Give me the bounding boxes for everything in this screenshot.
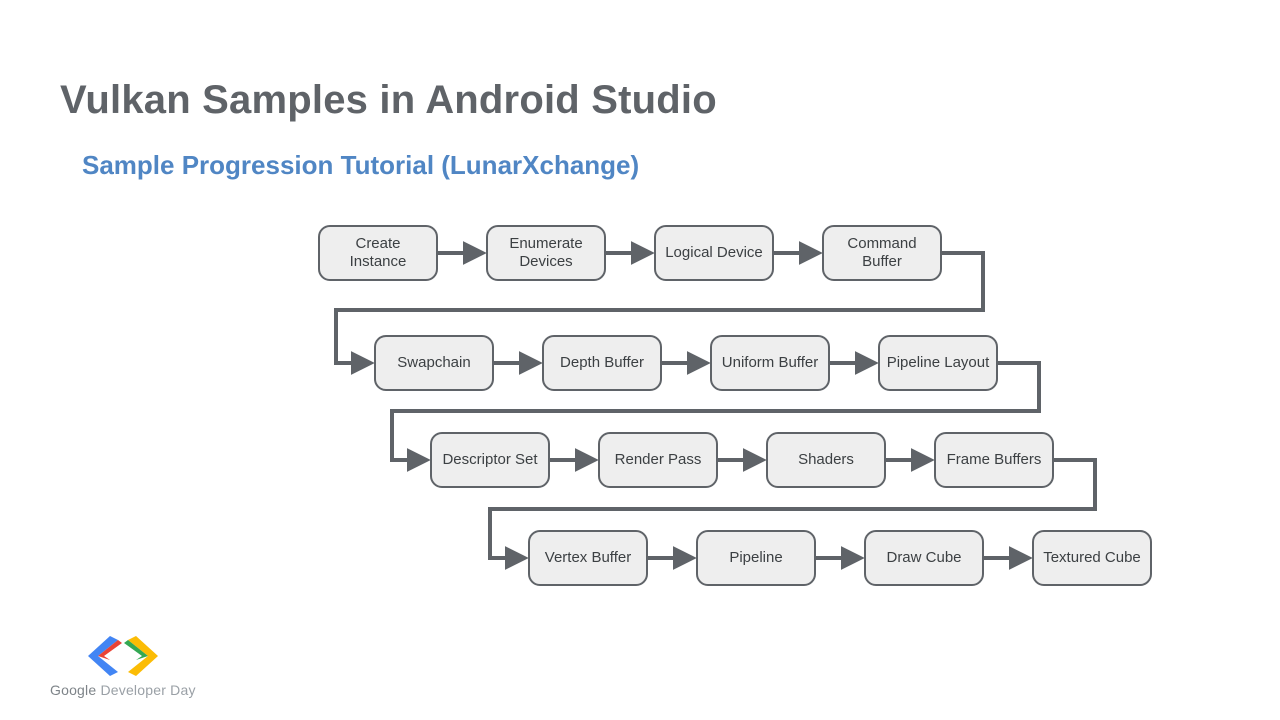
node-command-buffer: Command Buffer [822, 225, 942, 281]
node-swapchain: Swapchain [374, 335, 494, 391]
page-title: Vulkan Samples in Android Studio [60, 78, 717, 123]
node-vertex-buffer: Vertex Buffer [528, 530, 648, 586]
slide: Vulkan Samples in Android Studio Sample … [0, 0, 1280, 720]
node-draw-cube: Draw Cube [864, 530, 984, 586]
node-uniform-buffer: Uniform Buffer [710, 335, 830, 391]
node-logical-device: Logical Device [654, 225, 774, 281]
node-create-instance: Create Instance [318, 225, 438, 281]
footer: Google Developer Day [50, 632, 196, 698]
node-descriptor-set: Descriptor Set [430, 432, 550, 488]
node-pipeline-layout: Pipeline Layout [878, 335, 998, 391]
node-shaders: Shaders [766, 432, 886, 488]
footer-brand: Google [50, 682, 96, 698]
node-frame-buffers: Frame Buffers [934, 432, 1054, 488]
footer-text: Google Developer Day [50, 682, 196, 698]
node-pipeline: Pipeline [696, 530, 816, 586]
footer-rest: Developer Day [96, 682, 195, 698]
node-enumerate-devices: Enumerate Devices [486, 225, 606, 281]
node-depth-buffer: Depth Buffer [542, 335, 662, 391]
google-developers-logo-icon [78, 632, 168, 676]
node-render-pass: Render Pass [598, 432, 718, 488]
page-subtitle: Sample Progression Tutorial (LunarXchang… [82, 150, 639, 181]
node-textured-cube: Textured Cube [1032, 530, 1152, 586]
